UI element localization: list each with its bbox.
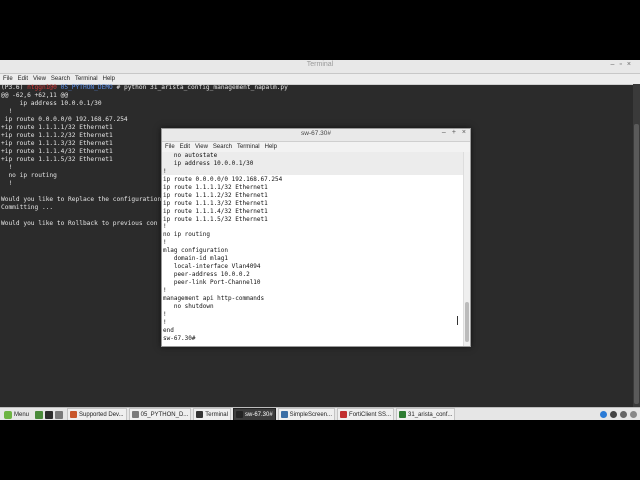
prompt-symbol: # xyxy=(112,84,124,91)
menu-file[interactable]: File xyxy=(3,76,13,82)
bg-output-line: ! xyxy=(1,108,13,115)
start-menu-label: Menu xyxy=(14,411,30,418)
mint-logo-icon xyxy=(4,410,12,419)
menu-view[interactable]: View xyxy=(33,76,46,82)
fg-selected-line: ip route 1.1.1.1/32 Ethernet1 xyxy=(162,183,464,192)
menu-edit[interactable]: Edit xyxy=(18,76,28,82)
fg-output-line: local-interface Vlan4094 xyxy=(163,263,261,271)
foreground-terminal-window[interactable]: sw-67.30# – + × File Edit View Search Term… xyxy=(161,128,471,347)
terminal-launcher-icon[interactable] xyxy=(45,410,54,419)
taskbar-task-label: Terminal xyxy=(205,411,228,418)
taskbar-task-label: sw-67.30# xyxy=(244,411,273,418)
tray-status-icon[interactable] xyxy=(600,411,607,418)
menu-file[interactable]: File xyxy=(165,144,175,150)
fg-window-controls[interactable]: – + × xyxy=(442,129,466,136)
prompt-command: python 31_arista_config_management_napal… xyxy=(123,84,288,91)
fg-output-line: mlag configuration xyxy=(163,247,229,255)
fg-output-line: sw-67.30# xyxy=(163,334,196,342)
menu-help[interactable]: Help xyxy=(103,76,115,82)
fg-terminal-title: sw-67.30# xyxy=(301,130,331,137)
show-desktop-icon[interactable] xyxy=(35,410,44,419)
files-launcher-icon[interactable] xyxy=(55,410,64,419)
app-icon xyxy=(399,411,407,418)
fg-scrollbar-thumb[interactable] xyxy=(465,302,469,342)
bg-scrollbar-thumb[interactable] xyxy=(634,124,639,404)
close-icon[interactable]: × xyxy=(627,61,636,68)
text-cursor-icon xyxy=(457,316,458,325)
taskbar-task-label: Supported Dev... xyxy=(79,411,124,418)
fg-scrollbar[interactable] xyxy=(463,152,470,346)
bg-output-line: ip address 10.0.0.1/30 xyxy=(1,100,102,107)
letterbox-top xyxy=(0,0,640,60)
bg-scrollbar[interactable] xyxy=(633,84,640,407)
menu-edit[interactable]: Edit xyxy=(180,144,190,150)
minimize-icon[interactable]: – xyxy=(442,129,446,136)
app-icon xyxy=(340,411,348,418)
app-icon xyxy=(280,411,288,418)
fg-output-line: no ip routing xyxy=(163,231,210,239)
fg-selected-line: ip route 1.1.1.5/32 Ethernet1 xyxy=(162,215,464,224)
taskbar-task-label: SimpleScreen... xyxy=(289,411,333,418)
menu-search[interactable]: Search xyxy=(213,144,232,150)
app-icon xyxy=(196,411,204,418)
fg-output-line: ! xyxy=(163,310,167,318)
fg-output-line: peer-link Port-Channel10 xyxy=(163,279,261,286)
fg-output-line: no autostate xyxy=(163,152,218,159)
prompt-env: (P3.6) xyxy=(1,84,28,91)
maximize-icon[interactable]: + xyxy=(452,129,456,136)
letterbox-bottom xyxy=(0,420,640,480)
bg-terminal-titlebar[interactable]: Terminal –▫× xyxy=(0,60,640,74)
bg-output-line: @@ -62,6 +62,11 @@ xyxy=(1,92,69,99)
fg-output-line: end xyxy=(163,326,174,334)
fg-output-line: peer-address 10.0.0.2 xyxy=(163,271,250,279)
fg-terminal-output[interactable]: no autostate ip address 10.0.0.1/30! ip r… xyxy=(162,152,464,346)
prompt-user: ntggn1@0 xyxy=(27,84,57,91)
fg-output-line: no shutdown xyxy=(163,302,214,310)
menu-terminal[interactable]: Terminal xyxy=(75,76,98,82)
taskbar-task-label: FortiClient SS... xyxy=(349,411,392,418)
maximize-icon[interactable]: ▫ xyxy=(619,61,626,68)
menu-search[interactable]: Search xyxy=(51,76,70,82)
system-tray xyxy=(600,411,640,418)
fg-output-line: ! xyxy=(163,286,167,294)
bg-window-controls[interactable]: –▫× xyxy=(611,61,636,68)
menu-view[interactable]: View xyxy=(195,144,208,150)
bg-output-line: ip route 0.0.0.0/0 192.168.67.254 xyxy=(1,116,128,123)
fg-terminal-titlebar[interactable]: sw-67.30# – + × xyxy=(162,129,470,142)
fg-selected-line: ip route 1.1.1.4/32 Ethernet1 xyxy=(162,207,464,216)
tray-status-icon[interactable] xyxy=(610,411,617,418)
quick-launch xyxy=(33,410,65,419)
app-icon xyxy=(235,411,243,418)
fg-output-line: ip address 10.0.0.1/30 xyxy=(163,159,254,167)
fg-selected-line: ip route 1.1.1.3/32 Ethernet1 xyxy=(162,199,464,208)
taskbar: Menu Supported Dev... 05_PYTHON_D... Termi… xyxy=(0,407,640,421)
taskbar-task-label: 05_PYTHON_D... xyxy=(140,411,189,418)
tray-status-icon[interactable] xyxy=(630,411,637,418)
shell-prompt: (P3.6) ntggn1@0 05_PYTHON_DEMO # python … xyxy=(0,84,632,92)
menu-terminal[interactable]: Terminal xyxy=(237,144,260,150)
app-icon xyxy=(131,411,139,418)
fg-output-lines: no autostate ip address 10.0.0.1/30! ip r… xyxy=(162,152,464,343)
fg-output-line: management api http-commands xyxy=(163,294,265,302)
taskbar-task-label: 31_arista_conf... xyxy=(408,411,453,418)
close-icon[interactable]: × xyxy=(462,129,466,136)
fg-selected-line: ip route 1.1.1.2/32 Ethernet1 xyxy=(162,191,464,200)
fg-output-line: ! xyxy=(163,223,167,231)
bg-terminal-title: Terminal xyxy=(306,61,334,68)
menu-help[interactable]: Help xyxy=(265,144,277,150)
fg-output-line: ! xyxy=(163,167,167,175)
prompt-path: 05_PYTHON_DEMO xyxy=(60,84,113,91)
fg-output-line: domain-id mlag1 xyxy=(163,255,229,263)
fg-output-line: ! xyxy=(163,318,167,326)
fg-selected-line: ip route 0.0.0.0/0 192.168.67.254 xyxy=(162,175,464,184)
tray-status-icon[interactable] xyxy=(620,411,627,418)
fg-output-line: ! xyxy=(163,239,167,247)
app-icon xyxy=(70,411,78,418)
